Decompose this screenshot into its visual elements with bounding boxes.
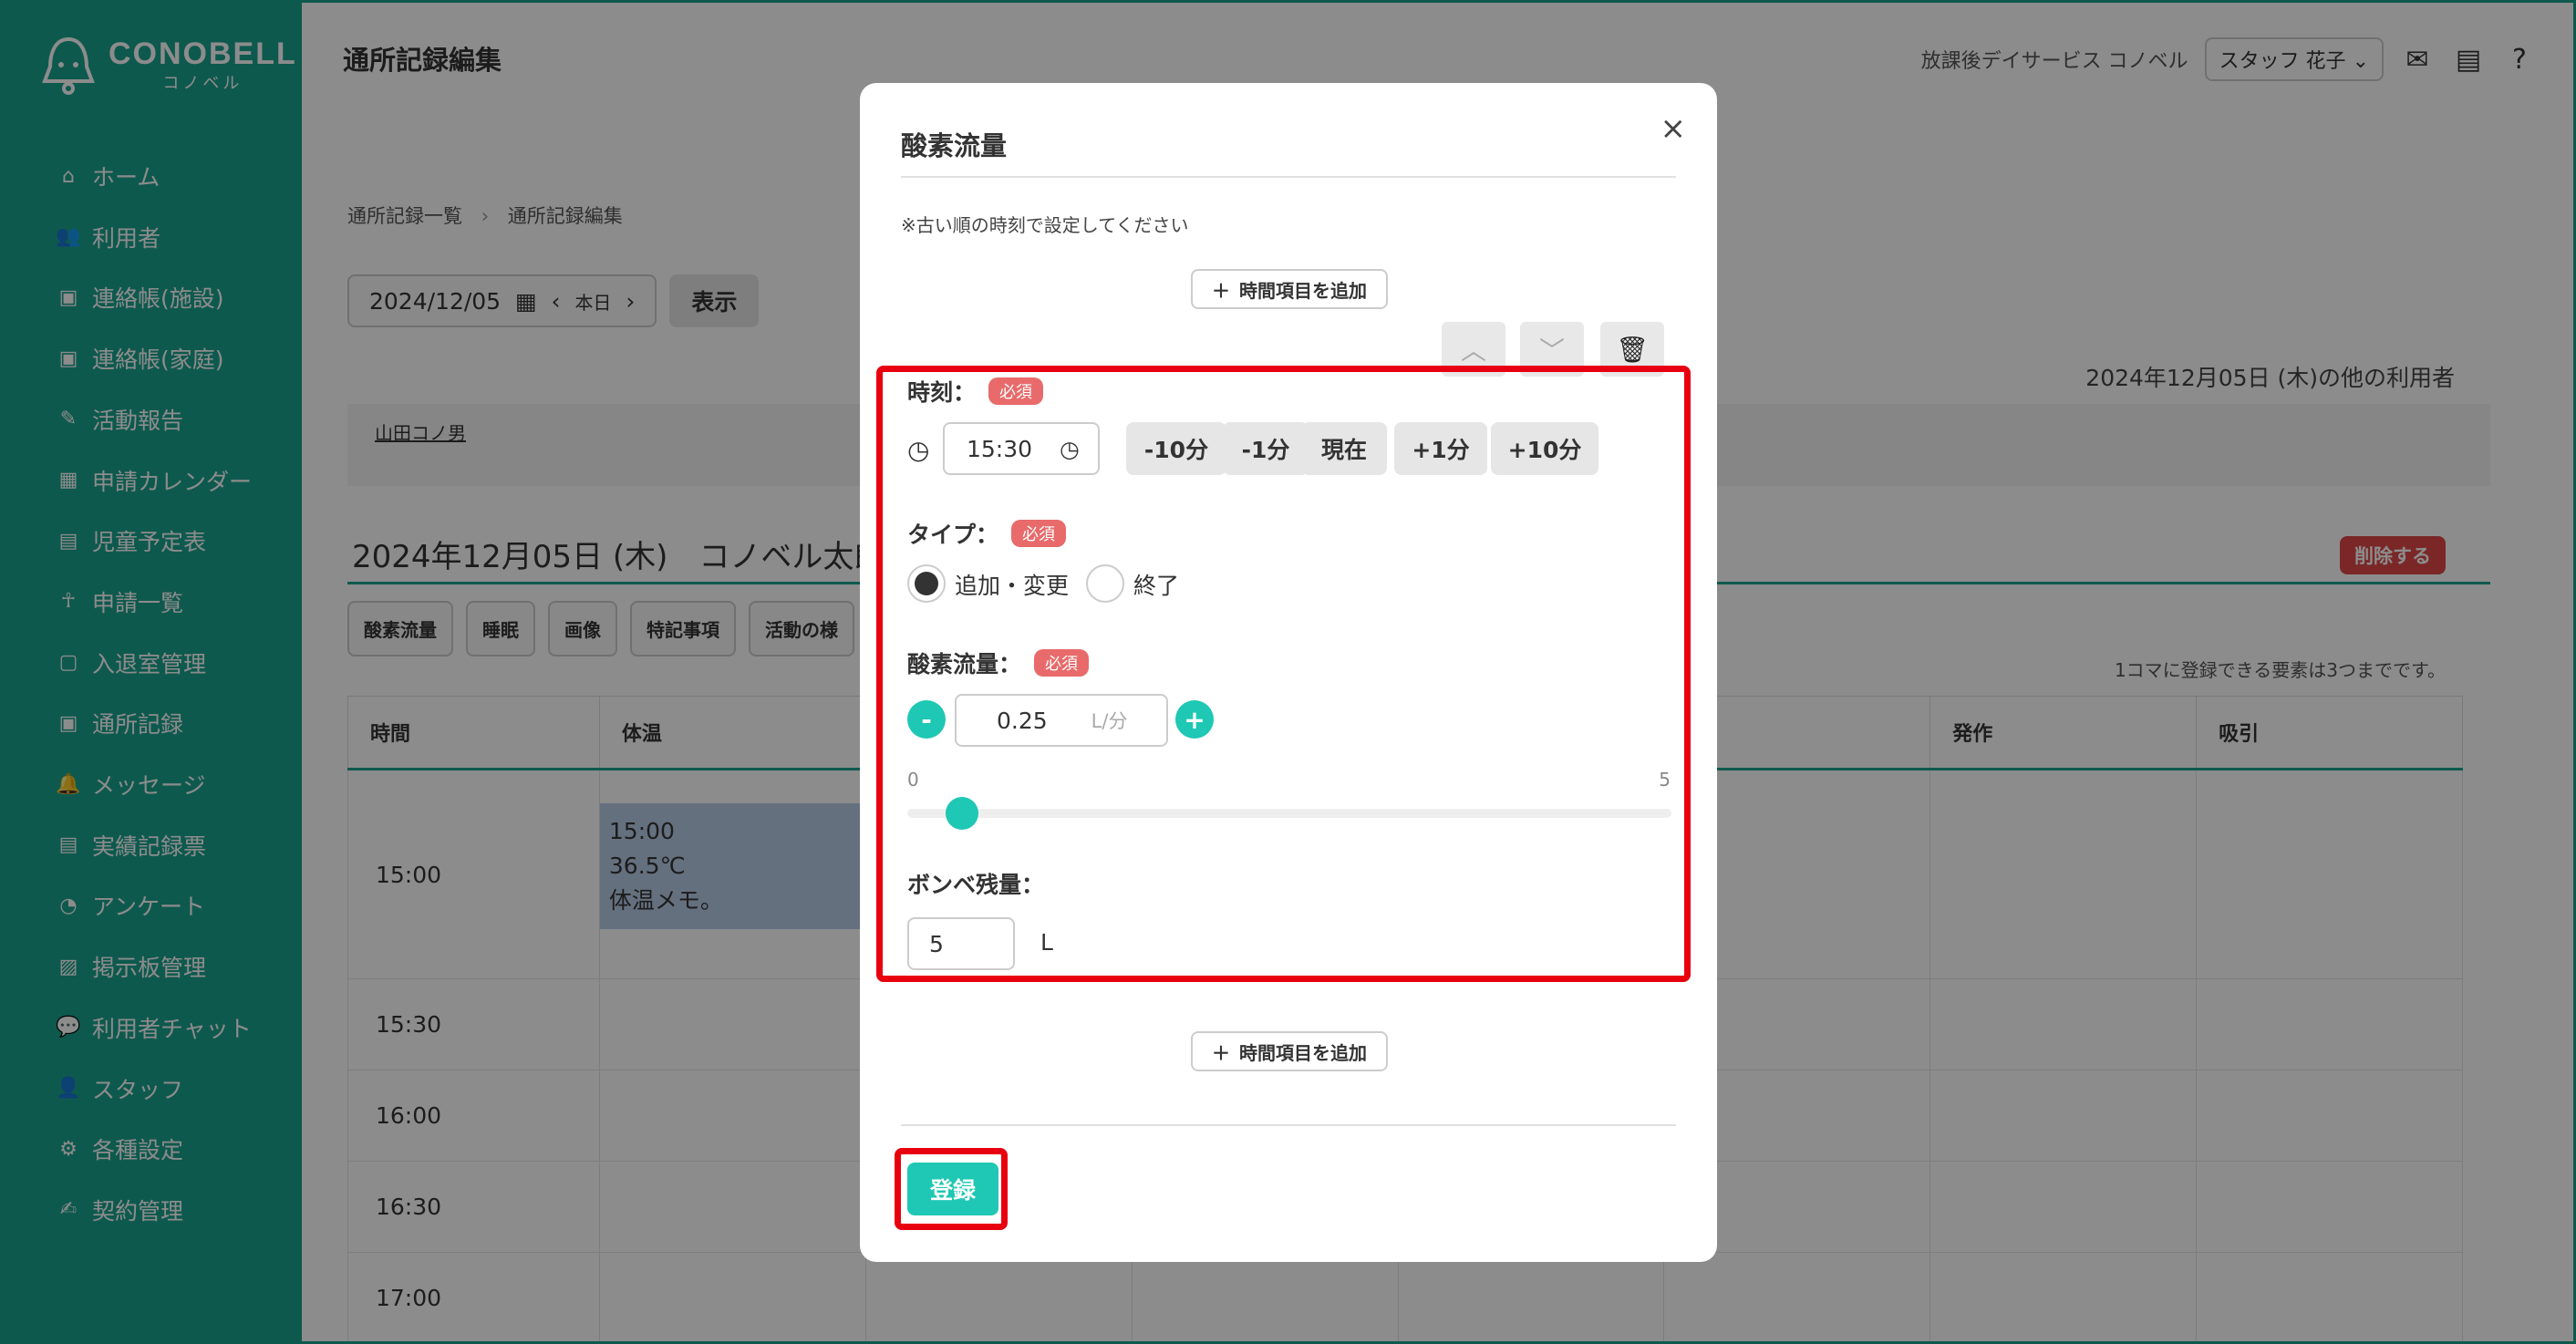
modal-footer-divider bbox=[901, 1124, 1676, 1126]
time-picker-icon[interactable]: ◷ bbox=[1060, 436, 1080, 462]
radio-end[interactable] bbox=[1086, 564, 1124, 603]
flow-input[interactable]: 0.25 L/分 bbox=[955, 694, 1168, 747]
required-badge: 必須 bbox=[1034, 649, 1090, 677]
radio-end-label: 終了 bbox=[1133, 573, 1180, 599]
radio-add-change[interactable] bbox=[907, 564, 946, 603]
flow-slider-thumb[interactable] bbox=[945, 797, 978, 830]
time-value: 15:30 bbox=[967, 435, 1033, 462]
add-time-item-button[interactable]: ＋ 時間項目を追加 bbox=[1191, 1031, 1388, 1071]
add-time-item-label: 時間項目を追加 bbox=[1239, 279, 1367, 302]
add-time-item-button[interactable]: ＋ 時間項目を追加 bbox=[1191, 269, 1388, 309]
close-icon[interactable]: × bbox=[1660, 110, 1687, 147]
flow-label: 酸素流量： 必須 bbox=[907, 646, 1090, 679]
plus-icon: ＋ bbox=[1212, 1041, 1230, 1064]
cylinder-input[interactable]: 5 bbox=[907, 917, 1015, 970]
cylinder-value: 5 bbox=[929, 930, 944, 957]
slider-min-label: 0 bbox=[907, 769, 919, 791]
required-badge: 必須 bbox=[1011, 520, 1067, 547]
time-label-text: 時刻： bbox=[907, 379, 977, 406]
time-adjust-button[interactable]: 現在 bbox=[1301, 422, 1387, 475]
radio-selected-dot bbox=[915, 572, 938, 595]
cylinder-label: ボンベ残量： bbox=[907, 872, 1045, 898]
plus-icon: ＋ bbox=[1212, 279, 1230, 302]
time-adjust-button[interactable]: -10分 bbox=[1126, 422, 1226, 475]
time-label: 時刻： 必須 bbox=[907, 375, 1044, 408]
flow-slider-track[interactable] bbox=[907, 797, 1671, 830]
add-time-item-label: 時間項目を追加 bbox=[1239, 1041, 1367, 1064]
increment-button[interactable]: + bbox=[1175, 700, 1214, 739]
modal-title: 酸素流量 bbox=[901, 130, 1008, 161]
flow-unit: L/分 bbox=[1091, 710, 1128, 732]
type-label-text: タイプ： bbox=[907, 522, 999, 548]
type-label: タイプ： 必須 bbox=[907, 517, 1067, 550]
modal-note: ※古い順の時刻で設定してください bbox=[901, 214, 1189, 236]
modal-divider bbox=[901, 176, 1676, 178]
time-adjust-button[interactable]: -1分 bbox=[1223, 422, 1309, 475]
cylinder-unit: L bbox=[1040, 929, 1053, 956]
clock-icon: ◷ bbox=[907, 435, 930, 465]
radio-add-change-label: 追加・変更 bbox=[955, 573, 1070, 599]
flow-label-text: 酸素流量： bbox=[907, 651, 1022, 677]
decrement-button[interactable]: - bbox=[907, 700, 946, 739]
flow-value: 0.25 bbox=[997, 707, 1048, 734]
required-badge: 必須 bbox=[988, 377, 1044, 405]
oxygen-flow-modal: 酸素流量 × ※古い順の時刻で設定してください ＋時間項目を追加 ︿ ﹀ 🗑 時… bbox=[860, 83, 1717, 1262]
time-adjust-button[interactable]: +1分 bbox=[1394, 422, 1487, 475]
register-button[interactable]: 登録 bbox=[907, 1163, 998, 1215]
slider-max-label: 5 bbox=[1659, 769, 1671, 791]
time-adjust-button[interactable]: +10分 bbox=[1491, 422, 1598, 475]
time-input[interactable]: 15:30 ◷ bbox=[943, 422, 1100, 475]
